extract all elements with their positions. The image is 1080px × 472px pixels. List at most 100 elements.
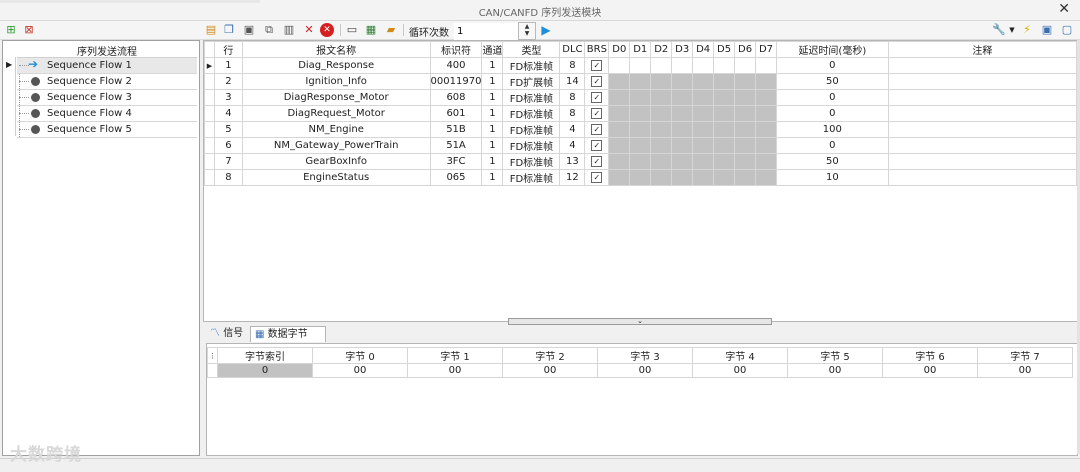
- column-header[interactable]: D2: [650, 41, 673, 58]
- tab-signal[interactable]: 〽 信号: [206, 326, 252, 341]
- data-byte-cell[interactable]: [755, 169, 777, 186]
- byte-cell[interactable]: 00: [597, 363, 693, 378]
- cell-type[interactable]: FD标准帧: [502, 57, 561, 74]
- data-byte-cell[interactable]: [650, 137, 673, 154]
- cell-channel[interactable]: 1: [481, 137, 504, 154]
- cell-dlc[interactable]: 14: [559, 73, 586, 90]
- data-byte-cell[interactable]: [713, 137, 736, 154]
- cell-dlc[interactable]: 13: [559, 153, 586, 170]
- duplicate-icon[interactable]: ⧉: [262, 23, 276, 37]
- cell-id[interactable]: 00011970: [429, 73, 483, 90]
- data-byte-cell[interactable]: [734, 169, 757, 186]
- data-byte-cell[interactable]: [734, 57, 757, 74]
- cell-row[interactable]: 1: [213, 57, 243, 74]
- byte-cell[interactable]: 00: [882, 363, 978, 378]
- cell-delay[interactable]: 0: [775, 89, 889, 106]
- window-close-icon[interactable]: ▣: [1040, 23, 1054, 37]
- cell-name[interactable]: DiagRequest_Motor: [241, 105, 431, 122]
- data-byte-cell[interactable]: [734, 153, 757, 170]
- cell-delay[interactable]: 0: [775, 57, 889, 74]
- cell-row[interactable]: 5: [213, 121, 243, 138]
- cell-channel[interactable]: 1: [481, 57, 504, 74]
- cell-note[interactable]: [887, 153, 1077, 170]
- cell-name[interactable]: NM_Engine: [241, 121, 431, 138]
- cell-type[interactable]: FD标准帧: [502, 137, 561, 154]
- data-byte-cell[interactable]: [671, 105, 694, 122]
- cell-brs[interactable]: ✓: [584, 73, 610, 90]
- lightning-icon[interactable]: ⚡: [1020, 23, 1034, 37]
- brs-checkbox[interactable]: ✓: [591, 123, 603, 135]
- data-byte-cell[interactable]: [713, 89, 736, 106]
- copy-icon[interactable]: ❐: [222, 23, 236, 37]
- cell-dlc[interactable]: 4: [559, 137, 586, 154]
- sequence-flow-item[interactable]: Sequence Flow 5: [17, 122, 197, 138]
- data-byte-cell[interactable]: [692, 73, 715, 90]
- byte-cell[interactable]: 00: [692, 363, 788, 378]
- cell-id[interactable]: 065: [429, 169, 483, 186]
- data-byte-cell[interactable]: [650, 57, 673, 74]
- byte-cell[interactable]: 00: [312, 363, 408, 378]
- cell-id[interactable]: 608: [429, 89, 483, 106]
- cell-type[interactable]: FD标准帧: [502, 89, 561, 106]
- cell-note[interactable]: [887, 105, 1077, 122]
- cancel-icon[interactable]: ✕: [320, 23, 334, 37]
- cell-id[interactable]: 51A: [429, 137, 483, 154]
- cell-name[interactable]: Diag_Response: [241, 57, 431, 74]
- column-header[interactable]: D0: [608, 41, 631, 58]
- data-byte-cell[interactable]: [755, 73, 777, 90]
- brs-checkbox[interactable]: ✓: [591, 139, 603, 151]
- data-byte-cell[interactable]: [671, 137, 694, 154]
- data-byte-cell[interactable]: [650, 121, 673, 138]
- data-byte-cell[interactable]: [692, 169, 715, 186]
- settings-icon[interactable]: 🔧: [992, 23, 1006, 37]
- column-header[interactable]: D5: [713, 41, 736, 58]
- data-byte-cell[interactable]: [671, 169, 694, 186]
- table-row[interactable]: ▶ 1 Diag_Response 400 1 FD标准帧 8 ✓ 0: [204, 57, 1077, 74]
- data-byte-cell[interactable]: [755, 153, 777, 170]
- column-header[interactable]: D3: [671, 41, 694, 58]
- cell-delay[interactable]: 0: [775, 137, 889, 154]
- cell-note[interactable]: [887, 89, 1077, 106]
- add-flow-icon[interactable]: ⊞: [4, 23, 18, 37]
- add-message-icon[interactable]: ▤: [204, 23, 218, 37]
- cell-row[interactable]: 7: [213, 153, 243, 170]
- data-byte-cell[interactable]: [629, 137, 652, 154]
- data-byte-cell[interactable]: [692, 57, 715, 74]
- cell-dlc[interactable]: 8: [559, 105, 586, 122]
- chevron-down-icon[interactable]: ▼: [1005, 23, 1019, 37]
- data-byte-cell[interactable]: [650, 153, 673, 170]
- cell-channel[interactable]: 1: [481, 153, 504, 170]
- column-header[interactable]: 通道: [481, 41, 504, 58]
- tab-data-bytes[interactable]: ▦ 数据字节: [250, 326, 326, 342]
- cell-type[interactable]: FD标准帧: [502, 153, 561, 170]
- cell-name[interactable]: NM_Gateway_PowerTrain: [241, 137, 431, 154]
- export-icon[interactable]: ▦: [364, 23, 378, 37]
- brs-checkbox[interactable]: ✓: [591, 171, 603, 183]
- column-header[interactable]: 报文名称: [241, 41, 431, 58]
- data-byte-cell[interactable]: [713, 153, 736, 170]
- delete-icon[interactable]: ✕: [302, 23, 316, 37]
- clipboard-icon[interactable]: ▥: [282, 23, 296, 37]
- table-row[interactable]: 4 DiagRequest_Motor 601 1 FD标准帧 8 ✓ 0: [204, 105, 1077, 122]
- data-byte-cell[interactable]: [671, 57, 694, 74]
- data-byte-cell[interactable]: [755, 89, 777, 106]
- cell-id[interactable]: 601: [429, 105, 483, 122]
- data-byte-cell[interactable]: [713, 73, 736, 90]
- cell-type[interactable]: FD标准帧: [502, 169, 561, 186]
- data-byte-cell[interactable]: [608, 73, 631, 90]
- run-icon[interactable]: ▶: [539, 23, 553, 37]
- column-header[interactable]: D4: [692, 41, 715, 58]
- data-byte-cell[interactable]: [608, 89, 631, 106]
- data-byte-cell[interactable]: [650, 105, 673, 122]
- cell-delay[interactable]: 100: [775, 121, 889, 138]
- byte-cell[interactable]: 00: [977, 363, 1073, 378]
- column-header[interactable]: DLC: [559, 41, 586, 58]
- data-byte-cell[interactable]: [671, 89, 694, 106]
- data-byte-cell[interactable]: [755, 57, 777, 74]
- cell-dlc[interactable]: 8: [559, 89, 586, 106]
- data-byte-cell[interactable]: [734, 89, 757, 106]
- data-byte-cell[interactable]: [629, 105, 652, 122]
- data-byte-cell[interactable]: [755, 105, 777, 122]
- data-byte-cell[interactable]: [734, 137, 757, 154]
- data-byte-cell[interactable]: [692, 153, 715, 170]
